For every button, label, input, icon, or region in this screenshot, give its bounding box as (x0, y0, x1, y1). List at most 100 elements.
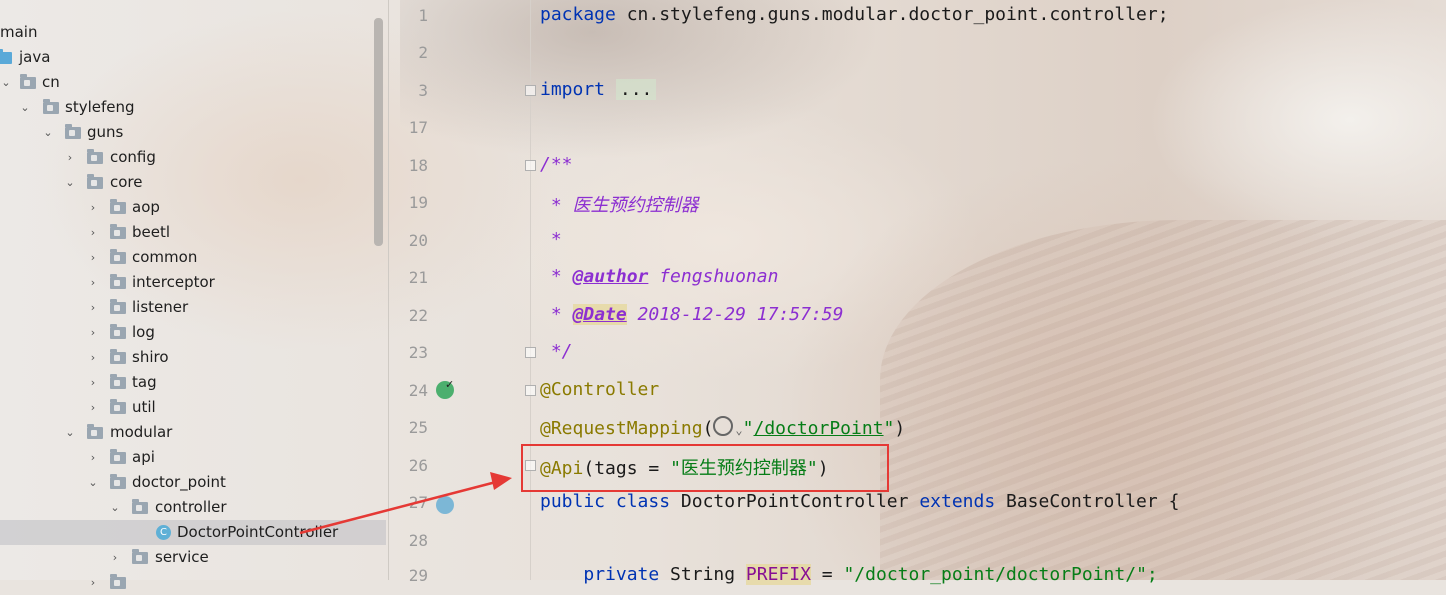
tree-item-api[interactable]: › api (0, 445, 386, 470)
tree-item-common[interactable]: › common (0, 245, 386, 270)
chevron-down-icon[interactable]: ⌄ (64, 420, 76, 445)
chevron-right-icon[interactable]: › (87, 220, 99, 245)
tree-item-stylefeng[interactable]: ⌄ stylefeng (0, 95, 386, 120)
package-icon (43, 99, 59, 114)
project-tree: main java ⌄ cn ⌄ stylefeng ⌄ guns › conf… (0, 0, 389, 589)
keyword: import (540, 79, 606, 100)
package-icon (110, 249, 126, 264)
tree-item-cn[interactable]: ⌄ cn (0, 70, 386, 95)
chevron-right-icon[interactable]: › (87, 445, 99, 470)
tree-item-label: guns (87, 123, 124, 141)
package-icon (87, 424, 103, 439)
string-quote: " (742, 418, 754, 439)
tree-item-label: beetl (132, 223, 171, 241)
tree-item-beetl[interactable]: › beetl (0, 220, 386, 245)
operator: = (810, 564, 844, 585)
tree-item-modular[interactable]: ⌄ modular (0, 420, 386, 445)
chevron-right-icon[interactable]: › (109, 545, 121, 570)
line-number: 29 (408, 566, 428, 585)
chevron-right-icon[interactable]: › (87, 320, 99, 345)
chevron-right-icon[interactable]: › (87, 370, 99, 395)
package-icon (110, 449, 126, 464)
package-icon (110, 349, 126, 364)
package-icon (110, 274, 126, 289)
chevron-right-icon[interactable]: › (87, 570, 99, 595)
chevron-down-icon[interactable]: ⌄ (42, 120, 54, 145)
class-gutter-icon[interactable] (436, 496, 454, 514)
doc-value: fengshuonan (648, 266, 779, 287)
folded-imports[interactable]: ... (615, 79, 657, 100)
tree-item-tag[interactable]: › tag (0, 370, 386, 395)
tree-item-label: listener (132, 298, 189, 316)
line-number: 22 (408, 306, 428, 325)
code-line-24: @Controller (540, 379, 660, 400)
code-line-19: * 医生预约控制器 (540, 195, 699, 216)
chevron-right-icon[interactable]: › (87, 345, 99, 370)
chevron-down-icon[interactable]: ⌄ (87, 470, 99, 495)
tree-item-label: shiro (132, 348, 169, 366)
tree-item-label: log (132, 323, 155, 341)
code-line-25: @RequestMapping(⌄"/doctorPoint") (540, 416, 905, 439)
package-icon (110, 324, 126, 339)
package-icon (110, 474, 126, 489)
tree-item-aop[interactable]: › aop (0, 195, 386, 220)
doc-star: * (540, 304, 573, 325)
tree-item-label: config (110, 148, 156, 166)
tree-item-doctor-point[interactable]: ⌄ doctor_point (0, 470, 386, 495)
tree-item-listener[interactable]: › listener (0, 295, 386, 320)
chevron-down-icon[interactable]: ⌄ (109, 495, 121, 520)
line-number: 3 (418, 81, 428, 100)
tree-item-log[interactable]: › log (0, 320, 386, 345)
chevron-down-icon[interactable]: ⌄ (19, 95, 31, 120)
package-icon (132, 549, 148, 564)
tree-item-java[interactable]: java (0, 45, 386, 70)
tree-item-core[interactable]: ⌄ core (0, 170, 386, 195)
fold-icon[interactable] (525, 385, 536, 396)
tree-item-service[interactable]: › service (0, 545, 386, 570)
tree-item-util[interactable]: › util (0, 395, 386, 420)
tree-item-main[interactable]: main (0, 20, 386, 45)
chevron-right-icon[interactable]: › (87, 245, 99, 270)
chevron-right-icon[interactable]: › (87, 195, 99, 220)
line-number: 27 (408, 493, 428, 512)
fold-icon[interactable] (525, 85, 536, 96)
code-line-20: * (540, 229, 562, 250)
tree-item-shiro[interactable]: › shiro (0, 345, 386, 370)
line-number: 21 (408, 268, 428, 287)
tree-item-interceptor[interactable]: › interceptor (0, 270, 386, 295)
tree-item-doctorpointcontroller[interactable]: C DoctorPointController (0, 520, 386, 545)
chevron-right-icon[interactable]: › (87, 270, 99, 295)
line-number: 1 (418, 6, 428, 25)
chevron-right-icon[interactable]: › (64, 145, 76, 170)
tree-item-label: modular (110, 423, 173, 441)
spring-bean-icon[interactable]: ✓ (436, 378, 454, 399)
tree-item-guns[interactable]: ⌄ guns (0, 120, 386, 145)
package-icon (20, 74, 36, 89)
line-number: 25 (408, 418, 428, 437)
line-number: 2 (418, 43, 428, 62)
globe-icon[interactable] (713, 416, 734, 436)
package-icon (110, 399, 126, 414)
tree-item-partial[interactable]: › (0, 570, 386, 595)
tree-item-controller[interactable]: ⌄ controller (0, 495, 386, 520)
fold-icon[interactable] (525, 160, 536, 171)
chevron-down-icon[interactable]: ⌄ (64, 170, 76, 195)
keyword: private (583, 564, 660, 585)
chevron-down-icon[interactable]: ⌄ (0, 70, 12, 95)
chevron-down-icon[interactable]: ⌄ (735, 423, 742, 437)
line-number: 19 (408, 193, 428, 212)
code-line-1: package cn.stylefeng.guns.modular.doctor… (540, 4, 1169, 25)
tree-item-label: doctor_point (132, 473, 226, 491)
fold-icon[interactable] (525, 347, 536, 358)
package-name: cn.stylefeng.guns.modular.doctor_point.c… (615, 4, 1169, 25)
code-line-29: private String PREFIX = "/doctor_point/d… (540, 564, 1158, 585)
package-icon (110, 199, 126, 214)
chevron-right-icon[interactable]: › (87, 295, 99, 320)
url-path[interactable]: /doctorPoint (753, 418, 883, 439)
chevron-right-icon[interactable]: › (87, 395, 99, 420)
tree-item-label: core (110, 173, 143, 191)
tree-item-config[interactable]: › config (0, 145, 386, 170)
tree-item-label: java (19, 48, 51, 66)
tree-scrollbar[interactable] (374, 18, 383, 246)
